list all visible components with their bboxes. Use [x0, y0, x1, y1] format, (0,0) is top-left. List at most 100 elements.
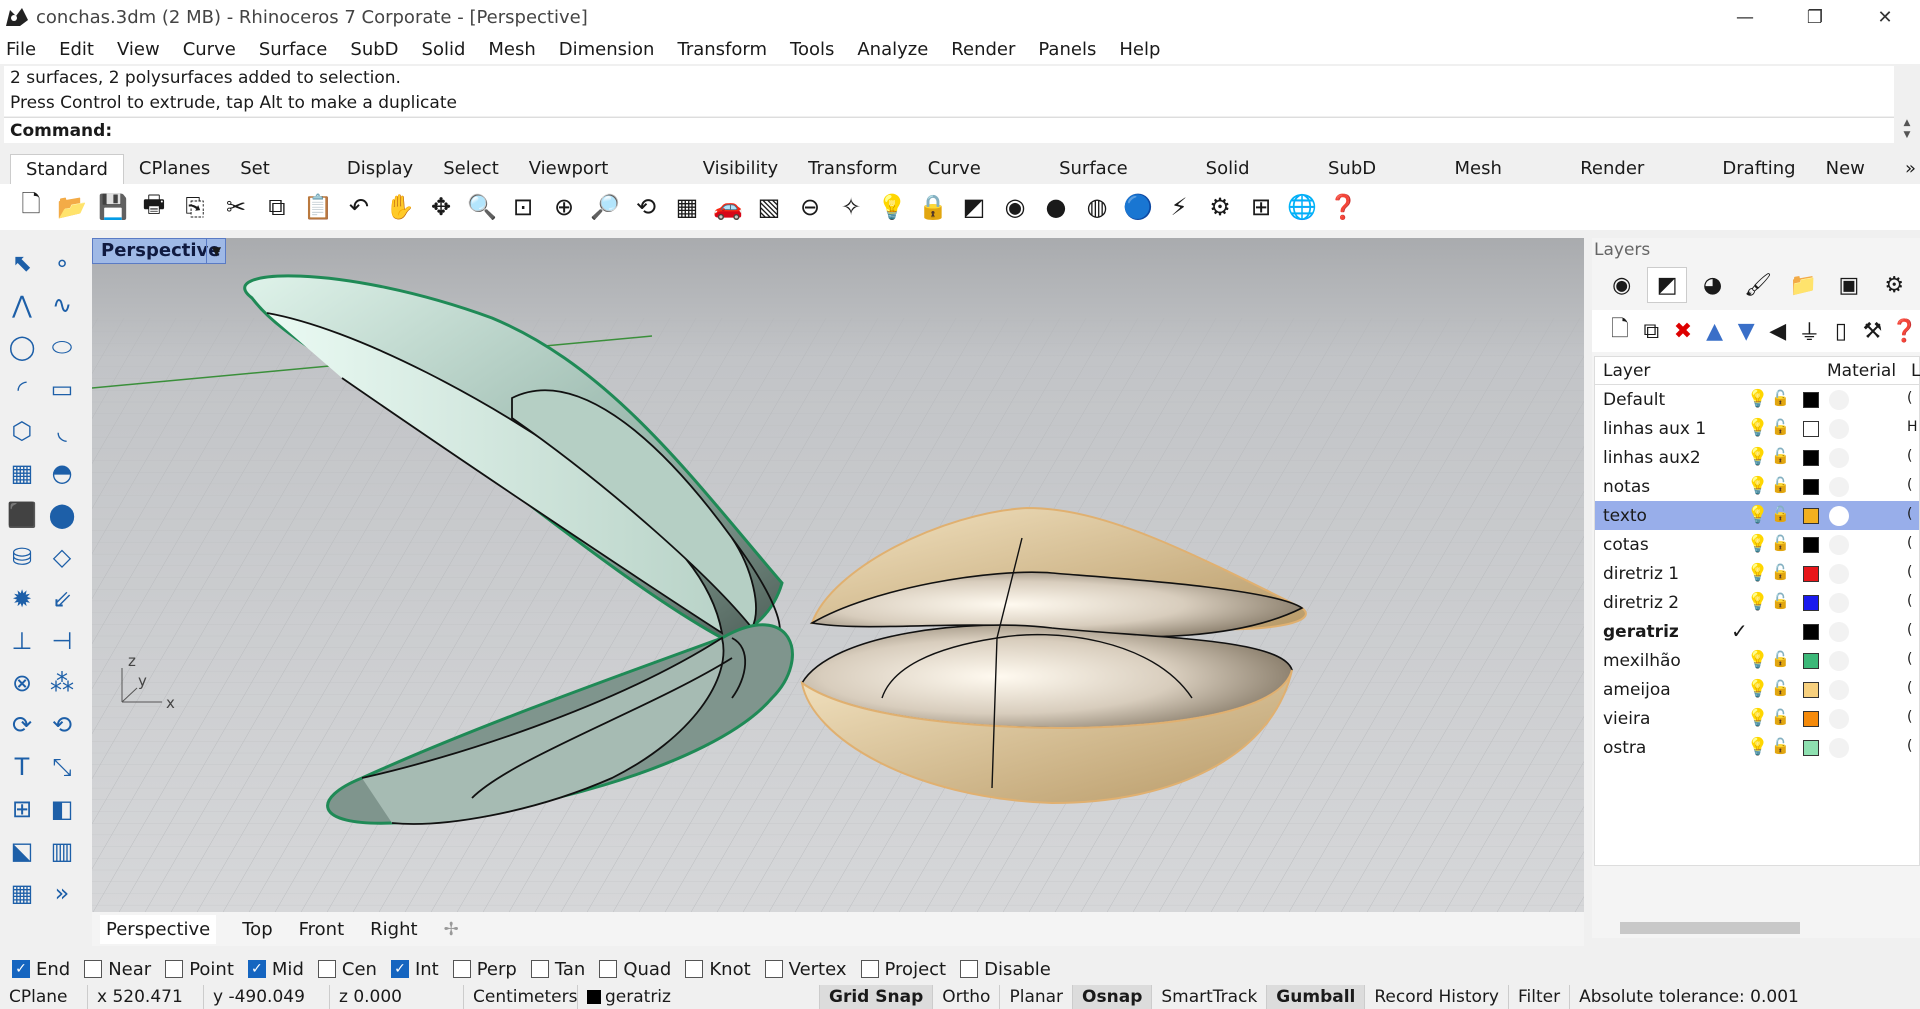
panel-tab-color-wheel-icon[interactable]: ◉	[1602, 267, 1641, 303]
linetype-cell[interactable]: (	[1907, 564, 1912, 580]
tab-subd-tools[interactable]: SubD Tools	[1313, 154, 1439, 209]
color-wheel-icon[interactable]: ◉	[998, 190, 1032, 224]
new-file-icon[interactable]: 🗋	[14, 190, 48, 224]
material-sphere-icon[interactable]	[1829, 651, 1849, 671]
layer-name[interactable]: mexilhão	[1603, 651, 1681, 671]
split-icon[interactable]: ⊣	[42, 622, 82, 660]
linetype-cell[interactable]: (	[1907, 506, 1912, 522]
light-bulb-icon[interactable]: 💡	[1747, 389, 1768, 409]
rotate-camera-icon[interactable]: ⟲	[629, 190, 663, 224]
unlock-icon[interactable]: 🔓	[1771, 505, 1790, 523]
layer-row[interactable]: cotas 💡 🔓 (	[1595, 530, 1919, 559]
osnap-knot[interactable]: Knot	[685, 959, 751, 980]
layer-name[interactable]: Default	[1603, 390, 1665, 410]
tab-transform[interactable]: Transform	[793, 154, 913, 184]
array-icon[interactable]: ⁂	[42, 664, 82, 702]
new-layer-icon[interactable]: 🗋	[1604, 312, 1636, 350]
layer-row[interactable]: vieira 💡 🔓 (	[1595, 704, 1919, 733]
menu-panels[interactable]: Panels	[1038, 39, 1096, 60]
light-bulb-icon[interactable]: 💡	[1747, 708, 1768, 728]
lock-icon[interactable]: 🔒	[916, 190, 950, 224]
osnap-checkbox[interactable]	[165, 960, 184, 978]
unlock-icon[interactable]: 🔓	[1771, 592, 1790, 610]
layer-name[interactable]: ostra	[1603, 738, 1646, 758]
sphere-icon[interactable]: ⬤	[42, 496, 82, 534]
light-bulb-icon[interactable]: 💡	[1747, 418, 1768, 438]
text-icon[interactable]: T	[2, 748, 42, 786]
osnap-project[interactable]: Project	[860, 959, 946, 980]
linetype-cell[interactable]: (	[1907, 622, 1912, 638]
light-bulb-icon[interactable]: 💡	[1747, 505, 1768, 525]
light-bulb-icon[interactable]: 💡	[1747, 534, 1768, 554]
polyline-icon[interactable]: ⋀	[2, 286, 42, 324]
help-icon[interactable]: ❓	[1888, 319, 1920, 344]
layer-color-swatch[interactable]	[1803, 450, 1819, 466]
zoom-window-icon[interactable]: ⊡	[506, 190, 540, 224]
viewport-tab-front[interactable]: Front	[299, 919, 345, 940]
viewport-layout-icon[interactable]: ▦	[670, 190, 704, 224]
rotate-view-icon[interactable]: ✥	[424, 190, 458, 224]
linetype-cell[interactable]: (	[1907, 390, 1912, 406]
osnap-checkbox[interactable]	[317, 960, 336, 978]
viewport-tab-top[interactable]: Top	[242, 919, 272, 940]
layer-color-swatch[interactable]	[1803, 479, 1819, 495]
osnap-mid[interactable]: ✓ Mid	[247, 959, 304, 980]
move-down-icon[interactable]: ▼	[1730, 319, 1762, 344]
globe-icon[interactable]: 🌐	[1285, 190, 1319, 224]
osnap-checkbox[interactable]	[84, 960, 103, 978]
unlock-icon[interactable]: 🔓	[1771, 737, 1790, 755]
column-material[interactable]: Material	[1827, 361, 1896, 381]
minimize-button[interactable]: —	[1710, 0, 1780, 34]
perspective-viewport[interactable]: z y x Perspective ▼	[92, 238, 1584, 912]
material-sphere-icon[interactable]	[1829, 738, 1849, 758]
material-sphere-icon[interactable]	[1829, 477, 1849, 497]
light-bulb-icon[interactable]: 💡	[1747, 650, 1768, 670]
tab-cplanes[interactable]: CPlanes	[124, 154, 225, 184]
zoom-selected-icon[interactable]: 🔎	[588, 190, 622, 224]
tab-curve-tools[interactable]: Curve Tools	[913, 154, 1044, 209]
zoom-icon[interactable]: 🔍	[465, 190, 499, 224]
layer-row[interactable]: ameijoa 💡 🔓 (	[1595, 675, 1919, 704]
layer-name[interactable]: diretriz 1	[1603, 564, 1679, 584]
light-bulb-icon[interactable]: 💡	[1747, 447, 1768, 467]
layer-name[interactable]: linhas aux2	[1603, 448, 1701, 468]
save-icon[interactable]: 💾	[96, 190, 130, 224]
layer-color-swatch[interactable]	[1803, 566, 1819, 582]
menu-file[interactable]: File	[6, 39, 36, 60]
layer-name[interactable]: diretriz 2	[1603, 593, 1679, 613]
select-icon[interactable]: ⬉	[2, 244, 42, 282]
layer-color-swatch[interactable]	[1803, 711, 1819, 727]
osnap-checkbox[interactable]: ✓	[12, 960, 30, 978]
layer-color-swatch[interactable]	[1803, 508, 1819, 524]
status-cplane[interactable]: CPlane	[0, 985, 88, 1009]
osnap-disable[interactable]: Disable	[960, 959, 1051, 980]
rendered-sphere-icon[interactable]: ◍	[1080, 190, 1114, 224]
close-button[interactable]: ✕	[1850, 0, 1920, 34]
viewport-tab-right[interactable]: Right	[370, 919, 417, 940]
tab-standard[interactable]: Standard	[10, 154, 124, 184]
print-icon[interactable]: 🖶	[137, 190, 171, 224]
layer-row[interactable]: notas 💡 🔓 (	[1595, 472, 1919, 501]
layer-row[interactable]: ostra 💡 🔓 (	[1595, 733, 1919, 762]
tabs-overflow-icon[interactable]: »	[1901, 154, 1920, 184]
osnap-cen[interactable]: Cen	[317, 959, 377, 980]
status-filter[interactable]: Filter	[1509, 985, 1571, 1009]
light-bulb-icon[interactable]: 💡	[1747, 679, 1768, 699]
surface-icon[interactable]: ▦	[2, 454, 42, 492]
undo-icon[interactable]: ↶	[342, 190, 376, 224]
linetype-cell[interactable]: H	[1907, 419, 1918, 435]
shaded-sphere-icon[interactable]: ●	[1039, 190, 1073, 224]
linetype-cell[interactable]: (	[1907, 535, 1912, 551]
light-bulb-icon[interactable]: 💡	[1747, 563, 1768, 583]
grid-icon[interactable]: ▧	[752, 190, 786, 224]
osnap-checkbox[interactable]	[960, 960, 979, 978]
help-icon[interactable]: ❓	[1326, 190, 1360, 224]
rectangle-icon[interactable]: ▭	[42, 370, 82, 408]
column-layer[interactable]: Layer	[1603, 361, 1650, 381]
viewport-menu-icon[interactable]: ▼	[206, 238, 226, 264]
explode-icon[interactable]: ✹	[2, 580, 42, 618]
layer-row[interactable]: linhas aux 1 💡 🔓 H	[1595, 414, 1919, 443]
arc-icon[interactable]: ◜	[2, 370, 42, 408]
light-bulb-icon[interactable]: 💡	[875, 190, 909, 224]
osnap-checkbox[interactable]	[452, 960, 471, 978]
